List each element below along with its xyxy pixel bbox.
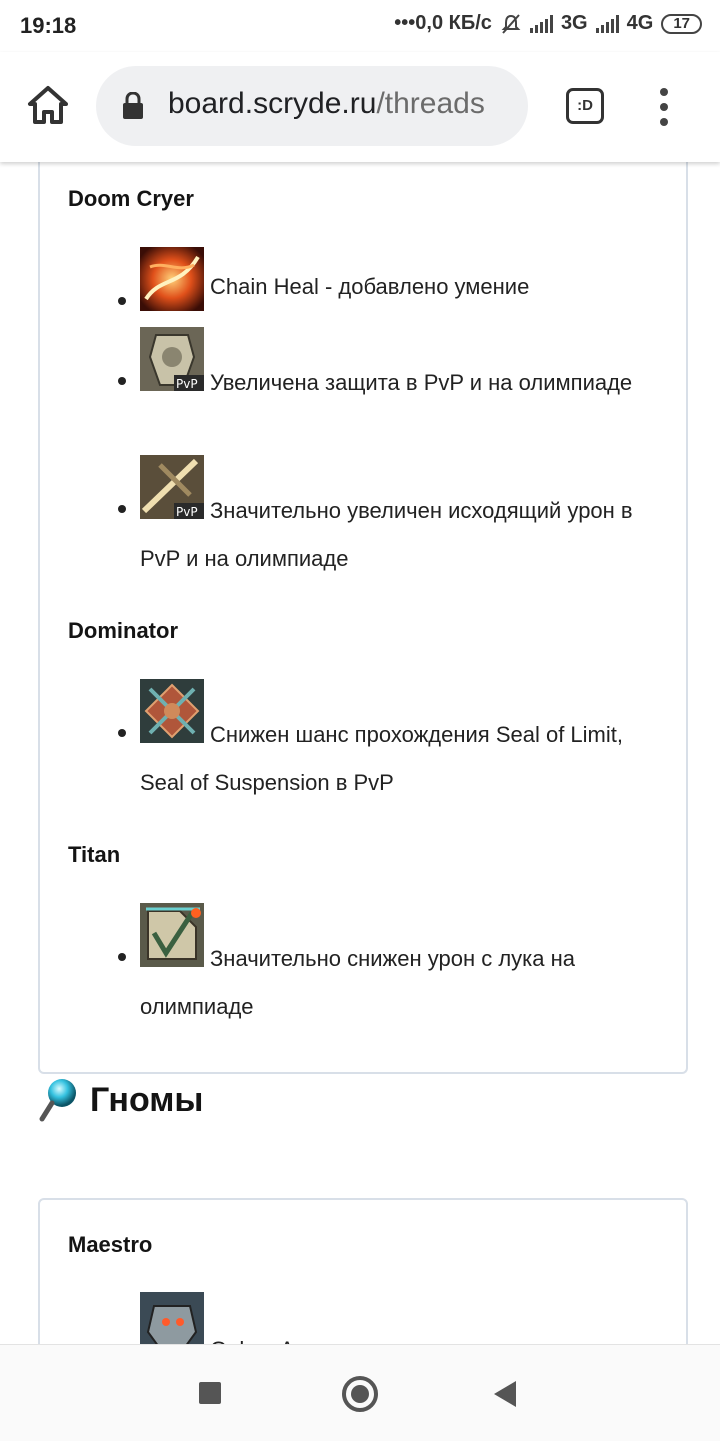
race-title: Гномы: [90, 1080, 204, 1119]
race-heading: Гномы: [38, 1060, 203, 1140]
class-card: Maestro Golem Armor - откат уменьшен в д…: [38, 1198, 688, 1344]
system-nav-bar: [0, 1344, 720, 1441]
item-text: Значительно снижен урон с лука на олимпи…: [140, 946, 575, 1019]
list-item: PvP Увеличена защита в PvP и на олимпиад…: [118, 327, 670, 439]
more-menu-icon[interactable]: [652, 88, 676, 128]
mute-icon: [501, 13, 521, 34]
address-bar[interactable]: board.scryde.ru/threads: [96, 66, 528, 146]
status-bar: 19:18 •••0,0 КБ/с 3G 4G 17: [0, 0, 720, 52]
battery-indicator: 17: [661, 13, 702, 34]
class-title: Titan: [68, 842, 121, 867]
item-text: Chain Heal - добавлено умение: [210, 274, 530, 299]
list-item: PvP Значительно увеличен исходящий урон …: [118, 455, 670, 571]
list-item: Значительно снижен урон с лука на олимпи…: [118, 903, 670, 1019]
item-text: Значительно увеличен исходящий урон в Pv…: [140, 498, 633, 571]
home-button[interactable]: [342, 1376, 378, 1412]
class-card: Doom Cryer Chain Heal - добавлено умение…: [38, 162, 688, 1074]
tab-switcher-button[interactable]: :D: [566, 88, 604, 124]
lock-icon: [123, 92, 143, 119]
url-text: board.scryde.ru/threads: [168, 87, 485, 120]
network-speed: •••0,0 КБ/с: [394, 12, 492, 34]
class-title: Dominator: [68, 618, 178, 643]
back-button[interactable]: [494, 1381, 516, 1407]
network-type-1: 3G: [560, 12, 588, 34]
status-time: 19:18: [20, 13, 77, 38]
class-title: Maestro: [68, 1232, 153, 1257]
pin-icon: [39, 1079, 76, 1122]
item-text: Golem Armor - откат уменьшен в два: [210, 1326, 583, 1344]
class-title: Doom Cryer: [68, 186, 194, 211]
status-indicators: •••0,0 КБ/с 3G 4G 17: [394, 12, 702, 35]
signal-icon-2: [595, 14, 619, 33]
list-item: Chain Heal - добавлено умение: [118, 247, 670, 311]
chain-heal-skill-icon: [140, 247, 204, 311]
network-type-2: 4G: [626, 12, 654, 34]
list-item: Golem Armor - откат уменьшен в два: [140, 1292, 670, 1344]
item-text: Снижен шанс прохождения Seal of Limit, S…: [140, 722, 623, 795]
recents-button[interactable]: [199, 1382, 221, 1404]
page-content: Doom Cryer Chain Heal - добавлено умение…: [0, 162, 720, 1344]
list-item: Снижен шанс прохождения Seal of Limit, S…: [118, 679, 670, 795]
signal-icon: [529, 14, 553, 33]
home-icon[interactable]: [24, 82, 72, 130]
golem-armor-skill-icon: [140, 1292, 204, 1344]
item-text: Увеличена защита в PvP и на олимпиаде: [210, 370, 633, 395]
browser-toolbar: board.scryde.ru/threads :D: [0, 52, 720, 162]
